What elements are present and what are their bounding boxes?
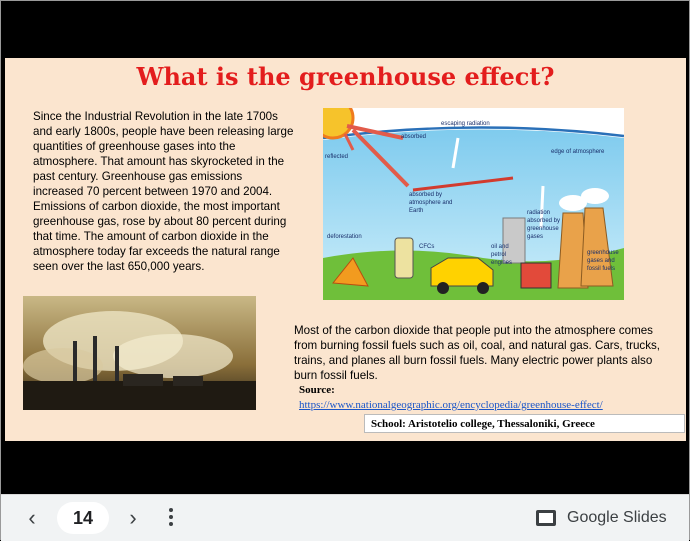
chevron-right-icon: ›	[129, 505, 137, 530]
school-caption: School: Aristotelio college, Thessalonik…	[364, 414, 685, 433]
label-oil-1: oil and	[491, 244, 509, 250]
next-slide-button[interactable]: ›	[118, 503, 148, 533]
label-fossil-2: gases and	[587, 258, 615, 264]
source-label: Source:	[299, 384, 335, 396]
slide-number[interactable]: 14	[57, 502, 109, 534]
label-fossil-3: fossil fuels	[587, 266, 615, 272]
more-dot-1	[169, 508, 173, 512]
label-absorbed-by-1: absorbed by	[409, 192, 442, 198]
label-escaping: escaping radiation	[441, 121, 490, 127]
label-fossil-1: greenhouse	[587, 250, 619, 256]
chevron-left-icon: ‹	[28, 505, 36, 530]
more-dot-2	[169, 515, 173, 519]
label-radiation-4: gases	[527, 234, 543, 240]
intro-paragraph: Since the Industrial Revolution in the l…	[33, 110, 294, 273]
slide: What is the greenhouse effect? Since the…	[5, 58, 686, 441]
label-edge: edge of atmosphere	[551, 149, 605, 155]
label-absorbed: absorbed	[401, 134, 426, 140]
label-radiation-2: absorbed by	[527, 218, 560, 224]
slides-logo-icon	[536, 510, 556, 526]
viewer-toolbar: ‹ 14 › Google Slides	[1, 494, 689, 541]
label-absorbed-by-2: atmosphere and	[409, 200, 452, 206]
more-dot-3	[169, 522, 173, 526]
source-link[interactable]: https://www.nationalgeographic.org/encyc…	[299, 399, 603, 411]
label-oil-2: petrol	[491, 252, 506, 258]
fossil-fuels-paragraph: Most of the carbon dioxide that people p…	[294, 324, 661, 382]
previous-slide-button[interactable]: ‹	[17, 503, 47, 533]
label-radiation-1: radiation	[527, 210, 550, 216]
label-radiation-3: greenhouse	[527, 226, 559, 232]
label-absorbed-by-3: Earth	[409, 208, 423, 214]
label-oil-3: engines	[491, 260, 512, 266]
label-reflected: reflected	[325, 154, 348, 160]
presentation-frame: What is the greenhouse effect? Since the…	[0, 0, 690, 540]
slide-title: What is the greenhouse effect?	[136, 62, 555, 91]
more-options-button[interactable]	[161, 505, 181, 531]
google-slides-brand[interactable]: Google Slides	[535, 504, 667, 532]
greenhouse-diagram: absorbed escaping radiation reflected ed…	[323, 108, 624, 300]
label-deforestation: deforestation	[327, 234, 362, 240]
app-name: Google Slides	[567, 509, 667, 526]
factory-smoke-photo	[23, 296, 256, 410]
label-cfcs: CFCs	[419, 244, 434, 250]
